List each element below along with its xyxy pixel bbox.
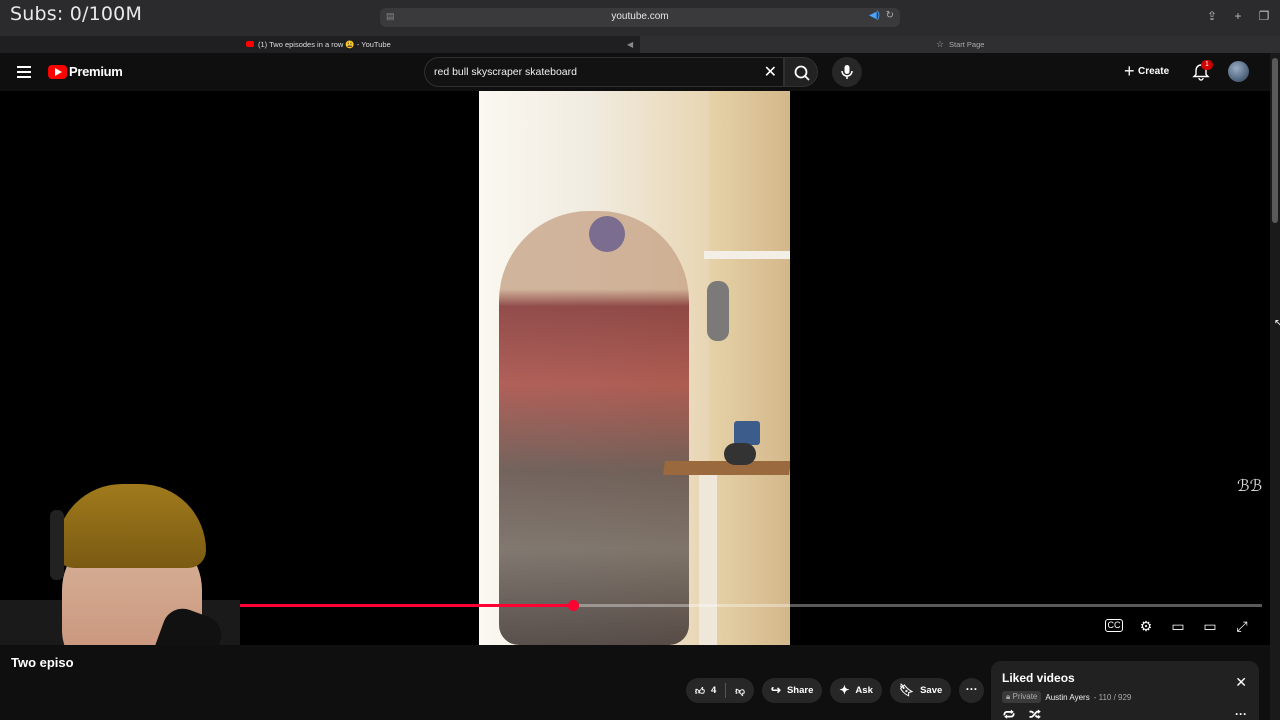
save-label: Save: [920, 685, 943, 696]
tab-bar: (1) Two episodes in a row 😩 - YouTube ◀ …: [0, 36, 1280, 53]
settings-gear-icon[interactable]: ⚙: [1137, 617, 1155, 635]
brand-label[interactable]: Premium: [69, 64, 123, 79]
playlist-owner[interactable]: Austin Ayers: [1045, 693, 1089, 702]
avatar[interactable]: [1228, 61, 1249, 82]
subs-counter-overlay: Subs: 0/100M: [10, 3, 143, 25]
voice-search-button[interactable]: [832, 57, 862, 87]
privacy-badge: 🔒︎ Private: [1002, 691, 1042, 703]
mouse-cursor: ↖: [1274, 318, 1280, 329]
page-scrollbar[interactable]: [1270, 53, 1280, 720]
reload-icon[interactable]: ↻: [886, 10, 894, 21]
video-actions: 👍︎ 4 👎︎ ↪ Share ✦ Ask 🔖︎ Save ···: [686, 678, 985, 703]
youtube-logo-icon[interactable]: [48, 65, 67, 79]
share-page-icon[interactable]: ⇪: [1206, 9, 1218, 23]
microphone-icon: [841, 65, 853, 79]
browser-toolbar: Subs: 0/100M ▤ youtube.com ◀) ↻ ⇪ + ❐: [0, 0, 1280, 36]
airplay-icon[interactable]: ▭: [1201, 617, 1219, 635]
save-button[interactable]: 🔖︎ Save: [889, 678, 952, 703]
more-actions-icon[interactable]: ···: [959, 678, 985, 703]
like-dislike-group: 👍︎ 4 👎︎: [686, 678, 754, 703]
channel-watermark[interactable]: ℬℬ: [1237, 476, 1262, 496]
tab-audio-icon[interactable]: ◀: [627, 36, 633, 53]
progress-scrubber[interactable]: [567, 600, 579, 611]
like-count: 4: [710, 685, 717, 696]
search-query[interactable]: red bull skyscraper skateboard: [434, 66, 577, 78]
share-icon: ↪: [770, 683, 781, 697]
like-button[interactable]: 👍︎ 4: [686, 678, 725, 703]
search-icon: [794, 65, 810, 81]
tab-start-page[interactable]: ☆ Start Page: [640, 36, 1280, 53]
thumbs-up-icon: 👍︎: [695, 685, 705, 697]
address-bar[interactable]: ▤ youtube.com ◀) ↻: [380, 8, 900, 27]
create-button[interactable]: + Create: [1118, 59, 1180, 85]
playlist-title[interactable]: Liked videos: [1002, 671, 1075, 685]
youtube-favicon-icon: [246, 41, 254, 47]
tab-label: (1) Two episodes in a row 😩 - YouTube: [258, 40, 391, 49]
playlist-more-icon[interactable]: ···: [1235, 707, 1247, 720]
ask-button[interactable]: ✦ Ask: [830, 678, 882, 703]
streamer-beanie: [56, 484, 206, 568]
plus-icon: +: [1124, 61, 1135, 81]
audio-playing-icon[interactable]: ◀): [869, 10, 880, 21]
menu-icon[interactable]: [17, 66, 31, 78]
search-button[interactable]: [784, 57, 818, 87]
notification-badge: 1: [1201, 60, 1213, 70]
search-input[interactable]: red bull skyscraper skateboard ✕: [424, 57, 784, 87]
scrollbar-thumb[interactable]: [1272, 58, 1278, 223]
video-frame[interactable]: [479, 91, 790, 645]
player-controls-right: CC ⚙ ▭ ▭ ⤢: [1105, 617, 1251, 635]
share-label: Share: [786, 685, 814, 696]
tab-label: Start Page: [949, 40, 985, 49]
shuffle-icon[interactable]: 🔀︎: [1029, 707, 1041, 720]
video-title: Two episo: [11, 655, 74, 670]
url-text[interactable]: youtube.com: [380, 11, 900, 22]
sparkle-icon: ✦: [839, 683, 850, 697]
loop-icon[interactable]: 🔁︎: [1003, 707, 1015, 720]
share-button[interactable]: ↪ Share: [761, 678, 823, 703]
thumbs-down-icon: 👎︎: [735, 685, 745, 697]
bookmark-icon: 🔖︎: [898, 683, 915, 697]
clear-search-icon[interactable]: ✕: [764, 62, 777, 82]
playlist-meta: 🔒︎ Private Austin Ayers - 110 / 929: [1002, 691, 1131, 703]
ask-label: Ask: [855, 685, 873, 696]
video-info-section: Two episo 👍︎ 4 👎︎ ↪ Share ✦ Ask 🔖︎ Save …: [0, 645, 1270, 720]
studio-microphone: [707, 281, 729, 341]
playlist-position: - 110 / 929: [1093, 692, 1132, 702]
new-tab-icon[interactable]: +: [1232, 9, 1244, 23]
captions-icon[interactable]: CC: [1105, 619, 1123, 632]
tab-youtube[interactable]: (1) Two episodes in a row 😩 - YouTube ◀: [0, 36, 640, 53]
star-icon: ☆: [936, 39, 945, 49]
dislike-button[interactable]: 👎︎: [726, 678, 754, 703]
video-person: [499, 211, 689, 645]
fullscreen-icon[interactable]: ⤢: [1233, 617, 1251, 635]
notifications-button[interactable]: 1: [1191, 60, 1213, 82]
youtube-header: Premium red bull skyscraper skateboard ✕…: [0, 53, 1270, 91]
miniplayer-icon[interactable]: ▭: [1169, 617, 1187, 635]
close-icon[interactable]: ✕: [1235, 674, 1247, 691]
tab-overview-icon[interactable]: ❐: [1258, 9, 1270, 23]
playlist-panel: Liked videos 🔒︎ Private Austin Ayers - 1…: [991, 661, 1259, 720]
create-label: Create: [1138, 66, 1170, 77]
